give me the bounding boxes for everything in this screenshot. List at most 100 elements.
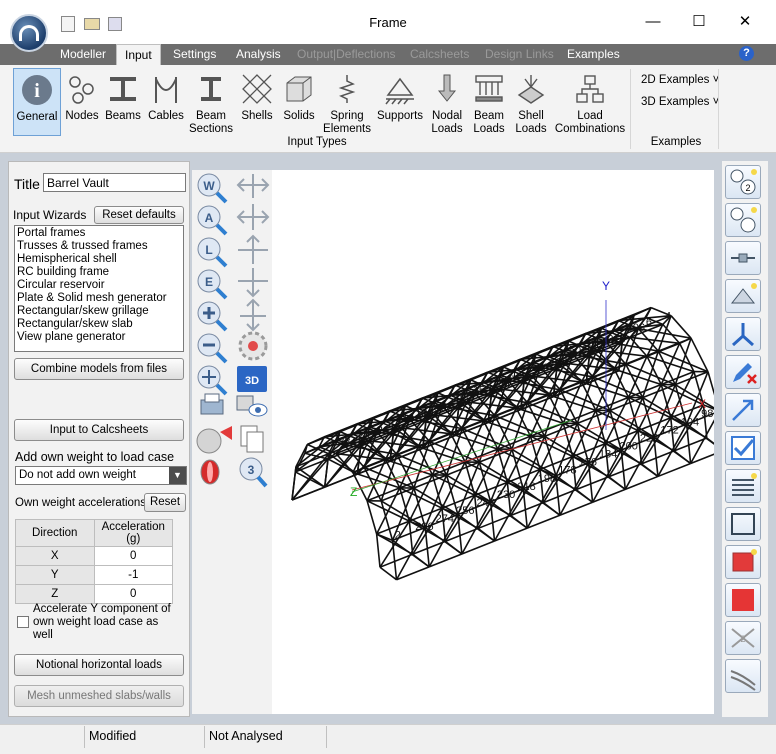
edit-pencil-icon[interactable] <box>725 355 761 389</box>
supports-display-icon[interactable] <box>725 279 761 313</box>
ribbon-supports-button[interactable]: Supports <box>376 68 424 136</box>
status-separator <box>84 726 85 748</box>
tab-examples[interactable]: Examples <box>559 44 628 65</box>
ribbon-beam-loads-button[interactable]: Beam Loads <box>470 68 508 136</box>
node-label: 108 <box>550 356 568 368</box>
list-item[interactable]: Plate & Solid mesh generator <box>17 292 181 305</box>
input-to-calcsheets-button[interactable]: Input to Calcsheets <box>14 419 184 441</box>
beam-sections-icon <box>194 72 228 106</box>
list-item[interactable]: Trusses & trussed frames <box>17 240 181 253</box>
title-label: Title <box>14 176 40 192</box>
copy-pages-icon[interactable] <box>240 425 264 453</box>
pointer-sphere-icon[interactable] <box>196 426 232 454</box>
accelerate-y-checkbox[interactable] <box>17 616 29 628</box>
ribbon-spring-elements-button[interactable]: Spring Elements <box>322 68 372 136</box>
member-line <box>575 489 594 503</box>
member-line <box>461 540 495 555</box>
ribbon-cables-button[interactable]: Cables <box>145 68 187 136</box>
pan-horizontal-icon[interactable] <box>236 174 270 198</box>
pan-up-icon[interactable] <box>238 234 268 264</box>
acceleration-cell[interactable]: -1 <box>93 565 173 585</box>
model-viewport[interactable]: X Y Z 234 232 212 210 180 188 166 152 144 132 126 108 5… <box>272 170 725 714</box>
list-item[interactable]: RC building frame <box>17 266 181 279</box>
check-icon[interactable] <box>725 431 761 465</box>
pan-vertical-icon[interactable] <box>240 298 266 332</box>
group-label-input-types: Input Types <box>287 136 347 148</box>
maximize-button[interactable]: ☐ <box>676 8 722 36</box>
node-display-icon[interactable] <box>725 203 761 237</box>
ribbon-general-button[interactable]: i General <box>13 68 61 136</box>
minimize-button[interactable]: — <box>630 8 676 36</box>
close-button[interactable]: ✕ <box>722 8 768 36</box>
tab-analysis[interactable]: Analysis <box>228 44 289 65</box>
zoom-all-icon[interactable]: A <box>197 205 228 236</box>
sphere-red-icon[interactable] <box>200 459 220 485</box>
zoom-3-icon[interactable]: 3 <box>239 457 268 488</box>
member-line <box>494 527 528 542</box>
zoom-in-icon[interactable] <box>197 301 228 332</box>
node-label: 178 <box>558 465 576 477</box>
status-separator <box>326 726 327 748</box>
ribbon-nodal-loads-button[interactable]: Nodal Loads <box>428 68 466 136</box>
ribbon-shells-button[interactable]: Shells <box>238 68 276 136</box>
zoom-last-icon[interactable]: L <box>197 237 228 268</box>
zoom-window-icon[interactable]: W <box>197 173 228 204</box>
examples-2d-dropdown[interactable]: 2D Examples ˅ <box>641 74 719 86</box>
zoom-out-icon[interactable] <box>197 333 228 364</box>
print-preview-icon[interactable] <box>236 395 268 417</box>
member-line <box>327 453 330 460</box>
node-label: 212 <box>377 425 395 437</box>
acceleration-cell[interactable]: 0 <box>93 546 173 566</box>
deflected-shape-icon[interactable] <box>725 659 761 693</box>
shell-fill-icon[interactable] <box>725 545 761 579</box>
disabled-display-icon[interactable]: 2 <box>725 621 761 655</box>
input-wizards-list[interactable]: Portal frames Trusses & trussed frames H… <box>14 225 184 352</box>
local-axes-icon[interactable] <box>725 317 761 351</box>
ribbon-beam-sections-button[interactable]: Beam Sections <box>188 68 234 136</box>
combine-models-button[interactable]: Combine models from files <box>14 358 184 380</box>
zoom-extents-icon[interactable]: E <box>197 269 228 300</box>
tab-input[interactable]: Input <box>116 44 161 65</box>
own-weight-select[interactable]: Do not add own weight ▼ <box>15 466 187 485</box>
member-line <box>379 566 397 581</box>
solid-fill-icon[interactable] <box>725 583 761 617</box>
member-line <box>673 450 692 465</box>
pan-down-icon[interactable] <box>238 268 268 298</box>
tab-settings[interactable]: Settings <box>165 44 224 65</box>
rotate-gear-icon[interactable] <box>238 331 268 361</box>
list-item[interactable]: Rectangular/skew grillage <box>17 305 181 318</box>
title-input[interactable] <box>43 173 186 192</box>
ribbon-load-combinations-button[interactable]: Load Combinations <box>554 68 626 136</box>
node-label: 188 <box>434 402 452 414</box>
view-3d-icon[interactable]: 3D <box>237 366 267 392</box>
list-item[interactable]: Hemispherical shell <box>17 253 181 266</box>
examples-3d-dropdown[interactable]: 3D Examples ˅ <box>641 96 719 108</box>
ribbon-nodes-button[interactable]: Nodes <box>63 68 101 136</box>
help-icon[interactable]: ? <box>739 46 754 61</box>
list-item[interactable]: View plane generator <box>17 331 181 344</box>
ribbon-shell-loads-button[interactable]: Shell Loads <box>512 68 550 136</box>
notional-horizontal-loads-button[interactable]: Notional horizontal loads <box>14 654 184 676</box>
pan-zoom-icon[interactable] <box>197 365 228 396</box>
pan-both-icon[interactable] <box>236 204 270 230</box>
list-item[interactable]: Portal frames <box>17 227 181 240</box>
tab-modeller[interactable]: Modeller <box>52 44 114 65</box>
print-icon[interactable] <box>200 393 224 415</box>
beam-display-icon[interactable] <box>725 241 761 275</box>
list-item[interactable]: Circular reservoir <box>17 279 181 292</box>
ribbon-beams-button[interactable]: Beams <box>103 68 143 136</box>
reset-defaults-button[interactable]: Reset defaults <box>94 206 184 224</box>
dimension-arrow-icon[interactable] <box>725 393 761 427</box>
node-numbers-2-icon[interactable]: 2 <box>725 165 761 199</box>
square-outline-icon[interactable] <box>725 507 761 541</box>
list-lines-icon[interactable] <box>725 469 761 503</box>
ribbon-solids-button[interactable]: Solids <box>280 68 318 136</box>
node-label: 134 <box>599 449 617 461</box>
node-label: 248 <box>477 497 495 509</box>
cables-icon <box>149 72 183 106</box>
acceleration-cell[interactable]: 0 <box>93 584 173 604</box>
member-line <box>375 533 381 568</box>
app-menu-orb[interactable] <box>10 14 48 52</box>
list-item[interactable]: Rectangular/skew slab <box>17 318 181 331</box>
reset-button[interactable]: Reset <box>144 493 186 512</box>
